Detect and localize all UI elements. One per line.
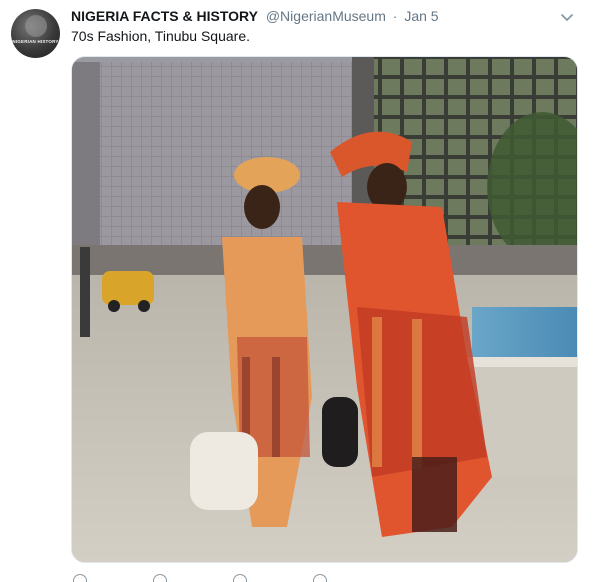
- tweet-timestamp[interactable]: Jan 5: [404, 8, 438, 24]
- avatar-logo-text: NIGERIAN HISTORY: [12, 39, 59, 44]
- author-avatar[interactable]: NIGERIAN HISTORY: [11, 9, 60, 58]
- heart-icon[interactable]: [233, 574, 247, 582]
- more-options-button[interactable]: [559, 9, 575, 25]
- reply-icon[interactable]: [73, 574, 87, 582]
- envelope-icon[interactable]: [313, 574, 327, 582]
- avatar-figure: [25, 15, 47, 37]
- author-handle[interactable]: @NigerianMuseum: [266, 8, 386, 24]
- tweet-card[interactable]: NIGERIAN HISTORY NIGERIA FACTS & HISTORY…: [0, 0, 599, 582]
- building-facade: [72, 62, 372, 247]
- white-handbag: [190, 432, 258, 510]
- photo-illustration: [72, 57, 577, 562]
- tweet-header: NIGERIA FACTS & HISTORY @NigerianMuseum …: [71, 8, 439, 28]
- tweet-actions: [71, 570, 471, 582]
- black-handbag: [322, 397, 358, 467]
- yellow-taxi: [102, 271, 154, 305]
- header-separator: ·: [392, 8, 398, 24]
- author-display-name[interactable]: NIGERIA FACTS & HISTORY: [71, 8, 258, 24]
- retweet-icon[interactable]: [153, 574, 167, 582]
- chevron-down-icon: [561, 14, 573, 21]
- tweet-text: 70s Fashion, Tinubu Square.: [71, 28, 251, 44]
- tweet-photo[interactable]: [71, 56, 578, 563]
